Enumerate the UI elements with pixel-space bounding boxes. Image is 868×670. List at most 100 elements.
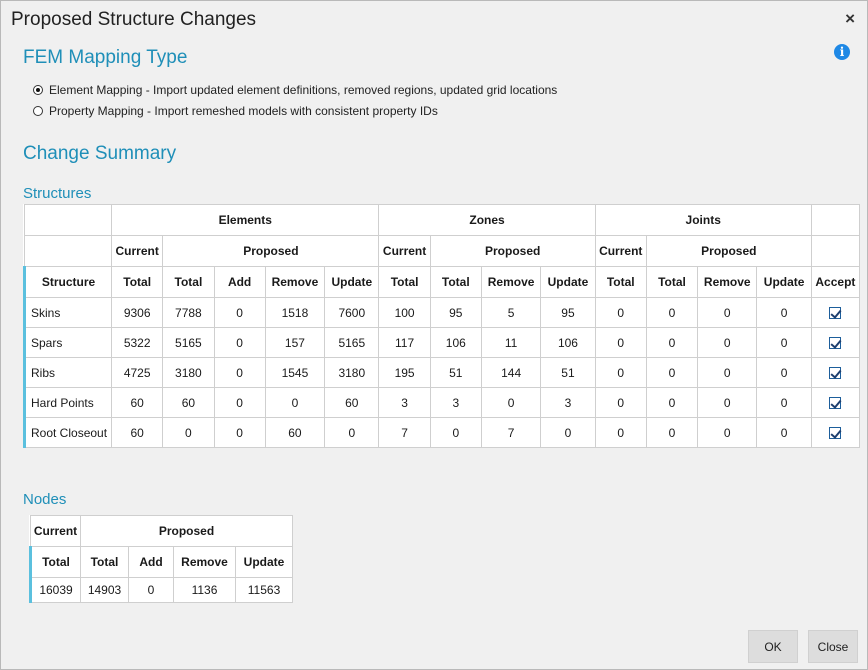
accept-checkbox[interactable] [829, 337, 842, 350]
table-cell: 0 [756, 387, 812, 418]
table-cell: 0 [756, 417, 812, 448]
accept-checkbox[interactable] [829, 427, 842, 440]
table-row[interactable]: 16039 14903 0 1136 11563 [29, 577, 294, 603]
property-mapping-radio[interactable] [33, 106, 43, 116]
table-cell: 144 [480, 357, 542, 388]
close-icon[interactable]: × [845, 10, 855, 27]
table-cell: 60 [111, 417, 164, 448]
column-header[interactable]: Structure [22, 266, 113, 298]
table-cell: 0 [540, 417, 596, 448]
table-cell: 9306 [111, 297, 164, 328]
table-cell: 0 [429, 417, 482, 448]
table-cell: 0 [162, 417, 215, 448]
column-header[interactable]: Remove [697, 266, 758, 298]
accept-cell [810, 327, 861, 358]
ok-button[interactable]: OK [748, 630, 798, 663]
accept-checkbox[interactable] [829, 367, 842, 380]
table-cell: 0 [213, 387, 266, 418]
accept-cell [810, 297, 861, 328]
table-cell: 106 [429, 327, 482, 358]
column-header[interactable]: Total [162, 266, 215, 298]
empty-header-cell [23, 204, 113, 236]
table-cell: 16039 [29, 577, 81, 603]
property-mapping-option[interactable]: Property Mapping - Import remeshed model… [33, 104, 438, 118]
table-cell: 0 [128, 577, 174, 603]
column-header[interactable]: Remove [173, 546, 236, 578]
accept-cell [810, 417, 861, 448]
table-cell: 0 [213, 357, 266, 388]
table-cell: 60 [324, 387, 380, 418]
table-row[interactable]: Hard Points 60 60 0 0 60 3 3 0 3 0 0 0 0 [22, 387, 861, 418]
table-cell: 7 [480, 417, 542, 448]
zones-current-header: Current [378, 235, 431, 267]
table-cell: 0 [480, 387, 542, 418]
table-cell: 0 [756, 327, 812, 358]
close-button[interactable]: Close [808, 630, 858, 663]
table-cell: 60 [264, 417, 326, 448]
column-header[interactable]: Total [111, 266, 164, 298]
table-cell: 0 [594, 387, 647, 418]
column-header[interactable]: Update [324, 266, 380, 298]
nodes-heading: Nodes [23, 491, 67, 508]
table-row[interactable]: Skins 9306 7788 0 1518 7600 100 95 5 95 … [22, 297, 861, 328]
table-cell: 7788 [162, 297, 215, 328]
column-header[interactable]: Update [234, 546, 294, 578]
column-header[interactable]: Total [594, 266, 647, 298]
table-cell: 5 [480, 297, 542, 328]
table-cell: 95 [540, 297, 596, 328]
fem-mapping-heading: FEM Mapping Type [23, 47, 188, 68]
table-cell: 0 [594, 417, 647, 448]
structure-name: Hard Points [22, 387, 113, 418]
table-cell: 0 [213, 417, 266, 448]
accept-checkbox[interactable] [829, 397, 842, 410]
table-cell: 0 [594, 357, 647, 388]
column-header[interactable]: Total [429, 266, 482, 298]
column-header[interactable]: Total [645, 266, 699, 298]
table-cell: 0 [645, 327, 699, 358]
column-header[interactable]: Total [378, 266, 431, 298]
table-cell: 0 [594, 297, 647, 328]
table-cell: 0 [756, 357, 812, 388]
column-header[interactable]: Total [80, 546, 129, 578]
table-cell: 3 [540, 387, 596, 418]
table-cell: 11 [480, 327, 542, 358]
joints-proposed-header: Proposed [645, 235, 812, 267]
table-row[interactable]: Ribs 4725 3180 0 1545 3180 195 51 144 51… [22, 357, 861, 388]
element-mapping-radio[interactable] [33, 85, 43, 95]
column-header[interactable]: Remove [264, 266, 326, 298]
column-header[interactable]: Accept [810, 266, 861, 298]
table-cell: 1518 [264, 297, 326, 328]
group-header-row: Elements Zones Joints [23, 204, 861, 236]
elements-proposed-header: Proposed [162, 235, 380, 267]
table-cell: 95 [429, 297, 482, 328]
structures-table: Elements Zones Joints Current Proposed C… [22, 204, 861, 448]
change-summary-heading: Change Summary [23, 143, 177, 164]
table-cell: 0 [697, 387, 758, 418]
column-header[interactable]: Total [29, 546, 81, 578]
table-cell: 0 [264, 387, 326, 418]
column-header[interactable]: Remove [480, 266, 542, 298]
accept-checkbox[interactable] [829, 307, 842, 320]
zones-group-header: Zones [378, 204, 596, 236]
column-header[interactable]: Update [540, 266, 596, 298]
table-cell: 1545 [264, 357, 326, 388]
table-cell: 0 [697, 297, 758, 328]
column-header[interactable]: Add [128, 546, 174, 578]
table-cell: 1136 [173, 577, 236, 603]
table-cell: 3180 [162, 357, 215, 388]
structures-heading: Structures [23, 185, 92, 202]
proposed-structure-changes-dialog: Proposed Structure Changes × i FEM Mappi… [0, 0, 868, 670]
table-cell: 157 [264, 327, 326, 358]
element-mapping-option[interactable]: Element Mapping - Import updated element… [33, 83, 557, 97]
column-header[interactable]: Add [213, 266, 266, 298]
dialog-title: Proposed Structure Changes [11, 9, 257, 30]
empty-header-cell [23, 235, 113, 267]
table-row[interactable]: Root Closeout 60 0 0 60 0 7 0 7 0 0 0 0 … [22, 417, 861, 448]
table-cell: 51 [429, 357, 482, 388]
info-icon[interactable]: i [834, 44, 850, 60]
column-header[interactable]: Update [756, 266, 812, 298]
table-cell: 0 [697, 417, 758, 448]
table-row[interactable]: Spars 5322 5165 0 157 5165 117 106 11 10… [22, 327, 861, 358]
nodes-current-header: Current [30, 515, 81, 547]
structure-name: Spars [22, 327, 113, 358]
